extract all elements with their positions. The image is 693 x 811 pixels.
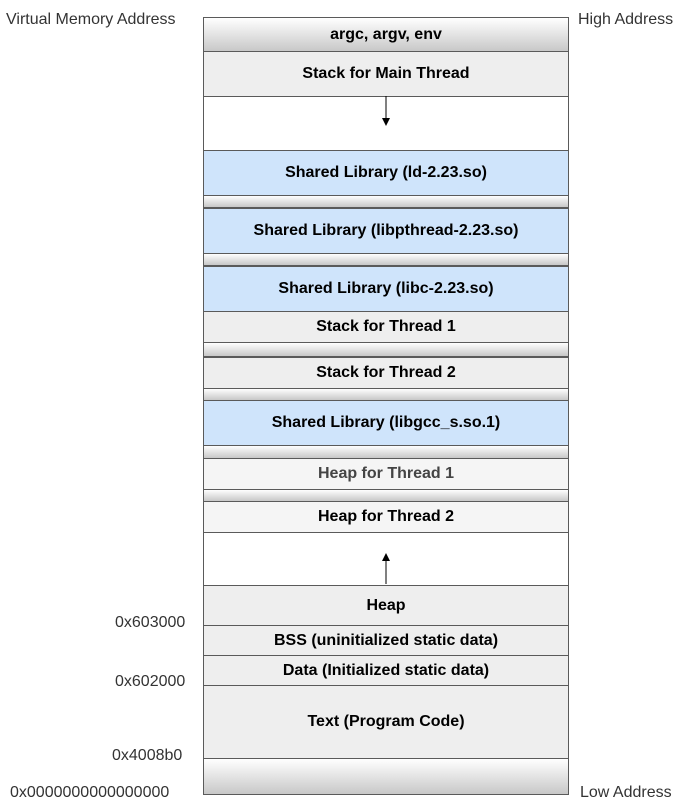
segment-pthread-library-label: Shared Library (libpthread-2.23.so)	[253, 222, 519, 239]
segment-args: argc, argv, env	[203, 17, 569, 52]
stack-growth-arrow-icon	[382, 96, 390, 126]
segment-main-stack-label: Stack for Main Thread	[302, 65, 470, 82]
segment-heap: Heap	[203, 585, 569, 626]
heap-growth-arrow-icon	[382, 553, 390, 584]
segment-heap-thread-1-label: Heap for Thread 1	[317, 465, 455, 482]
segment-stack-thread-1-label: Stack for Thread 1	[316, 318, 456, 335]
address-0x602000: 0x602000	[115, 673, 186, 690]
segment-libgcc-library-label: Shared Library (libgcc_s.so.1)	[271, 414, 501, 431]
segment-ld-library-label: Shared Library (ld-2.23.so)	[285, 164, 487, 181]
segment-heap-thread-2-label: Heap for Thread 2	[317, 508, 455, 525]
address-0x4008b0: 0x4008b0	[112, 747, 183, 764]
segment-stack-thread-2: Stack for Thread 2	[203, 357, 569, 389]
segment-pthread-library: Shared Library (libpthread-2.23.so)	[203, 208, 569, 254]
high-address-label: High Address	[578, 11, 674, 28]
segment-bss-label: BSS (uninitialized static data)	[273, 631, 499, 649]
gap-stack-t1-t2	[203, 342, 569, 357]
segment-args-label: argc, argv, env	[330, 25, 442, 43]
segment-data: Data (Initialized static data)	[203, 655, 569, 686]
virtual-memory-address-label: Virtual Memory Address	[6, 11, 176, 28]
segment-libc-library-label: Shared Library (libc-2.23.so)	[278, 280, 494, 297]
address-zero: 0x0000000000000000	[10, 784, 170, 801]
segment-data-label: Data (Initialized static data)	[282, 661, 490, 679]
segment-text: Text (Program Code)	[203, 685, 569, 759]
segment-heap-thread-1: Heap for Thread 1	[203, 458, 569, 490]
segment-heap-thread-2: Heap for Thread 2	[203, 501, 569, 533]
segment-stack-thread-1: Stack for Thread 1	[203, 311, 569, 343]
segment-main-stack: Stack for Main Thread	[203, 51, 569, 97]
address-0x603000: 0x603000	[115, 614, 186, 631]
segment-stack-thread-2-label: Stack for Thread 2	[316, 364, 456, 381]
segment-libgcc-library: Shared Library (libgcc_s.so.1)	[203, 400, 569, 446]
gap-libgcc-heap-t1	[203, 445, 569, 459]
segment-reserved-bottom	[203, 758, 569, 795]
segment-text-label: Text (Program Code)	[307, 713, 465, 730]
low-address-label: Low Address	[580, 784, 672, 801]
segment-libc-library: Shared Library (libc-2.23.so)	[203, 266, 569, 312]
segment-heap-label: Heap	[366, 596, 406, 614]
segment-ld-library: Shared Library (ld-2.23.so)	[203, 150, 569, 196]
gap-ld-pthread	[203, 195, 569, 208]
segment-bss: BSS (uninitialized static data)	[203, 625, 569, 656]
gap-pthread-libc	[203, 253, 569, 266]
